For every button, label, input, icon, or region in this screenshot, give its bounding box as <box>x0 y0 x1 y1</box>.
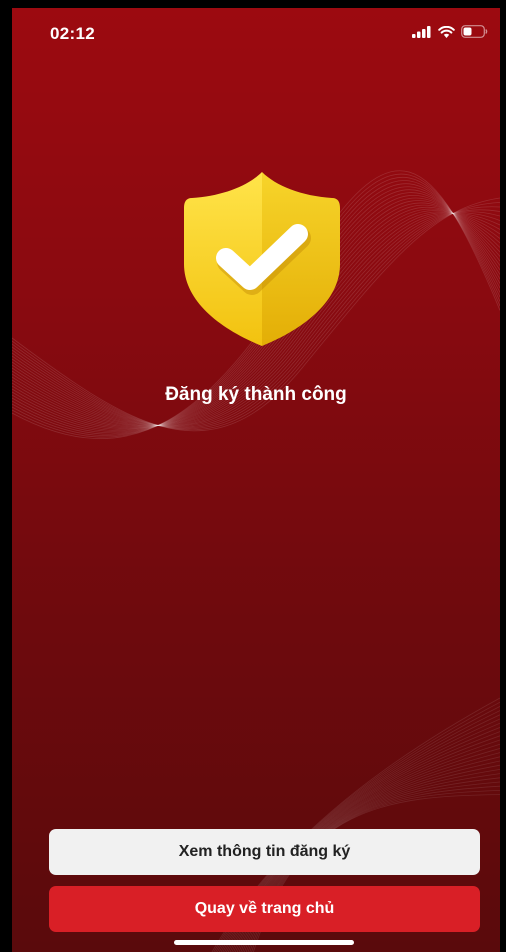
background-waves <box>12 170 500 952</box>
status-time: 02:12 <box>50 24 95 43</box>
wifi-icon <box>438 25 455 38</box>
back-home-label: Quay về trang chủ <box>194 900 335 917</box>
battery-icon <box>461 25 488 38</box>
status-icons <box>412 25 488 38</box>
view-registration-label: Xem thông tin đăng ký <box>178 843 351 860</box>
success-screen: 02:12 Đăng ký thành công Xem thông tin đ… <box>12 8 500 952</box>
back-home-button[interactable]: Quay về trang chủ <box>49 886 480 932</box>
shield-check-icon <box>184 172 340 346</box>
signal-icon <box>412 25 431 38</box>
view-registration-button[interactable]: Xem thông tin đăng ký <box>49 829 480 875</box>
success-title: Đăng ký thành công <box>165 384 347 405</box>
status-bar: 02:12 <box>12 8 500 54</box>
home-indicator[interactable] <box>174 940 354 945</box>
